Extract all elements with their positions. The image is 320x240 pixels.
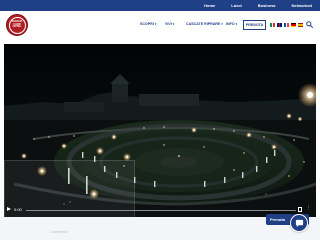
- nav-item-label: VIVI: [165, 22, 172, 26]
- chevron-down-icon: ▾: [235, 22, 238, 26]
- more-options-icon[interactable]: ⋮: [306, 206, 311, 211]
- top-link-home[interactable]: Home: [204, 3, 215, 8]
- english-flag-icon[interactable]: [277, 23, 283, 27]
- chat-button[interactable]: [290, 214, 308, 232]
- top-bar: Home Lavol Business Networked: [0, 0, 320, 11]
- nav-item-label: CASCATE RIPRARE: [186, 22, 221, 26]
- top-link-networked[interactable]: Networked: [292, 3, 312, 8]
- chevron-down-icon: ▾: [172, 22, 175, 26]
- nav-item-label: INFO: [226, 22, 235, 26]
- italian-flag-icon[interactable]: [270, 23, 276, 27]
- logo-line: HOTEL: [12, 25, 22, 29]
- bottom-item: Contenuti: [50, 229, 68, 234]
- play-icon[interactable]: [7, 207, 11, 211]
- german-flag-icon[interactable]: [291, 23, 296, 27]
- video-time: 0:00: [14, 207, 22, 212]
- chevron-down-icon: ▾: [221, 22, 223, 26]
- language-selector: [270, 23, 303, 27]
- nav-item-info[interactable]: INFO ▾: [226, 22, 237, 26]
- top-links: Home Lavol Business Networked: [204, 0, 312, 11]
- video-progress-bar[interactable]: [26, 210, 296, 211]
- top-link-business[interactable]: Business: [258, 3, 276, 8]
- search-icon[interactable]: [306, 21, 313, 28]
- spanish-flag-icon[interactable]: [298, 23, 303, 27]
- logo-ring: PADOVA CARD HOTEL: [8, 16, 26, 34]
- prenota-button[interactable]: PRENOTA: [243, 20, 266, 30]
- chevron-down-icon: ▾: [154, 22, 157, 26]
- chat-bubble-icon: [295, 219, 303, 227]
- nav-item-label: SCOPRI: [140, 22, 154, 26]
- header: [0, 11, 320, 44]
- floating-prenota-label: Prenota: [270, 217, 285, 222]
- nav-item-cascate[interactable]: CASCATE RIPRARE ▾: [186, 22, 223, 26]
- french-flag-icon[interactable]: [284, 23, 290, 27]
- site-logo[interactable]: PADOVA CARD HOTEL: [6, 14, 28, 36]
- top-link-lavol[interactable]: Lavol: [231, 3, 241, 8]
- nav-item-vivi[interactable]: VIVI ▾: [165, 22, 174, 26]
- nav-item-scopri[interactable]: SCOPRI ▾: [140, 22, 156, 26]
- fullscreen-icon[interactable]: [298, 207, 302, 212]
